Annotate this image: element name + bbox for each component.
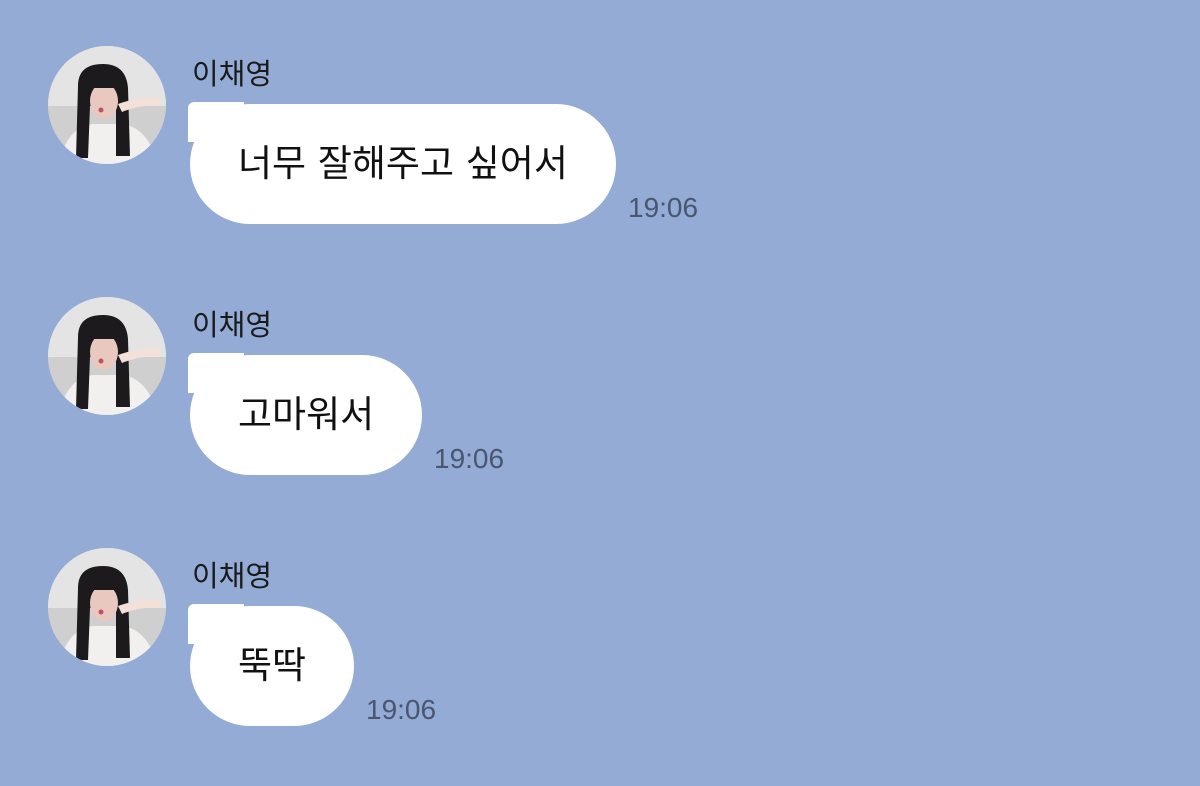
message-text: 뚝딱 bbox=[238, 644, 307, 687]
message-row: 이채영 너무 잘해주고 싶어서 19:06 bbox=[48, 46, 1148, 246]
message-row: 이채영 뚝딱 19:06 bbox=[48, 548, 1148, 748]
profile-photo-icon bbox=[48, 46, 166, 164]
message-bubble[interactable]: 고마워서 bbox=[187, 353, 423, 475]
message-bubble[interactable]: 뚝딱 bbox=[187, 604, 355, 726]
message-text: 너무 잘해주고 싶어서 bbox=[238, 142, 568, 185]
message-timestamp: 19:06 bbox=[434, 443, 505, 474]
profile-photo-icon bbox=[48, 297, 166, 415]
message-bubble[interactable]: 너무 잘해주고 싶어서 bbox=[188, 102, 616, 224]
avatar[interactable] bbox=[48, 297, 166, 415]
avatar[interactable] bbox=[48, 46, 166, 164]
message-row: 이채영 고마워서 19:06 bbox=[48, 297, 1148, 497]
profile-photo-icon bbox=[48, 548, 166, 666]
sender-name: 이채영 bbox=[192, 308, 273, 342]
avatar[interactable] bbox=[48, 548, 166, 666]
message-text: 고마워서 bbox=[238, 393, 375, 436]
message-timestamp: 19:06 bbox=[628, 192, 699, 223]
sender-name: 이채영 bbox=[192, 559, 273, 593]
message-timestamp: 19:06 bbox=[366, 694, 437, 725]
sender-name: 이채영 bbox=[192, 57, 273, 91]
chat-message-list: 이채영 너무 잘해주고 싶어서 19:06 이채영 고마워서 19:06 이채영… bbox=[0, 0, 1200, 786]
